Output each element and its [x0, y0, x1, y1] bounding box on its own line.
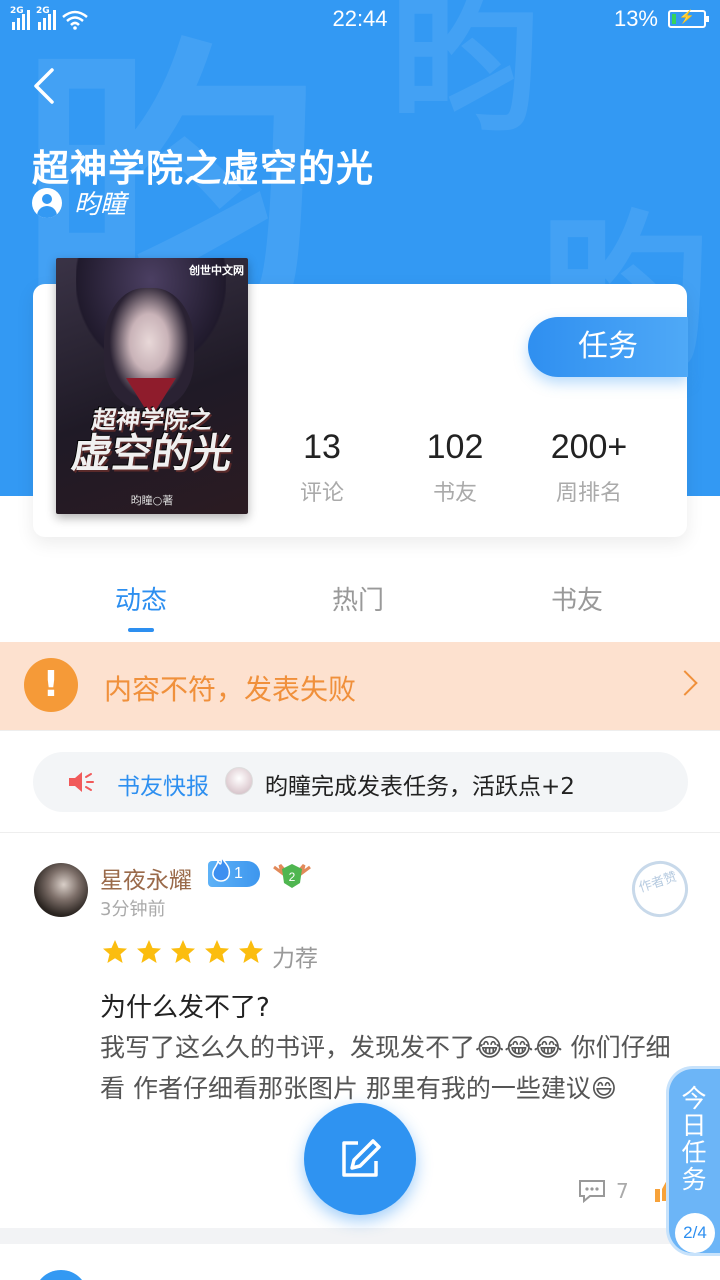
back-arrow-icon[interactable]	[28, 66, 68, 106]
alert-message: 内容不符，发表失败	[104, 673, 357, 706]
author-link[interactable]: 昀瞳	[32, 184, 126, 221]
news-label: 书友快报	[117, 774, 209, 800]
battery-percent: 13%	[613, 6, 658, 31]
flame-icon	[212, 855, 231, 882]
comment-title: 为什么发不了?	[100, 993, 270, 1023]
cover-title: 超神学院之 虚空的光	[68, 406, 236, 478]
reply-count: 7	[616, 1179, 629, 1203]
daily-task-label: 今日任务	[681, 1084, 707, 1194]
daily-task-button[interactable]: 今日任务 2/4	[666, 1066, 720, 1256]
battery-icon: ⚡	[668, 9, 709, 28]
divider	[0, 730, 720, 731]
star-icon	[239, 940, 263, 963]
stat-comments[interactable]: 13 评论	[257, 428, 387, 507]
star-icon	[103, 940, 127, 963]
rating-label: 力荐	[272, 946, 318, 972]
user-icon	[32, 187, 62, 218]
chevron-right-icon	[672, 670, 698, 696]
author-liked-stamp: 作者赞	[624, 853, 696, 925]
status-bar: 2G 2G 22:44 13% ⚡	[0, 0, 720, 40]
edit-icon	[342, 1139, 381, 1177]
write-review-button[interactable]	[304, 1103, 416, 1215]
tab-bar: 动态 热门 书友	[0, 580, 720, 642]
tab-readers[interactable]: 书友	[477, 580, 677, 617]
comment-body: 我写了这么久的书评，发现发不了😂😂😂 你们仔细看 作者仔细看那张图片 那里有我的…	[100, 1033, 671, 1103]
reader-news-ticker[interactable]: 书友快报 昀瞳完成发表任务，活跃点+2	[33, 752, 688, 812]
news-text: 昀瞳完成发表任务，活跃点+2	[265, 774, 575, 800]
author-name: 昀瞳	[74, 190, 127, 220]
avatar[interactable]	[34, 863, 88, 917]
tab-feed[interactable]: 动态	[41, 580, 241, 617]
svg-text:2: 2	[289, 870, 296, 884]
clock: 22:44	[332, 6, 388, 31]
comment-actions: 7	[578, 1178, 679, 1204]
comment-icon[interactable]	[578, 1179, 606, 1203]
cover-author: 昀瞳○著	[130, 494, 174, 507]
daily-task-progress: 2/4	[675, 1213, 715, 1253]
task-button[interactable]: 任务	[528, 317, 688, 377]
warning-icon: !	[24, 658, 78, 712]
stat-weekly-rank[interactable]: 200+ 周排名	[524, 428, 654, 507]
tab-hot[interactable]: 热门	[258, 580, 458, 617]
cover-publisher-logo: 创世中文网	[189, 264, 244, 277]
section-separator	[0, 1228, 720, 1244]
star-icon	[205, 940, 229, 963]
user-level-badge-icon: 2	[273, 864, 311, 888]
star-icon	[137, 940, 161, 963]
error-alert-banner[interactable]: ! 内容不符，发表失败	[0, 642, 720, 730]
speaker-icon	[69, 772, 94, 792]
commenter-name[interactable]: 星夜永耀	[100, 861, 192, 895]
stat-readers[interactable]: 102 书友	[390, 428, 520, 507]
avatar	[225, 767, 253, 795]
tab-indicator	[128, 628, 154, 632]
avatar[interactable]	[34, 1270, 88, 1280]
star-icon	[171, 940, 195, 963]
fans-level-badge: 1	[208, 855, 260, 887]
book-cover[interactable]: 创世中文网 超神学院之 虚空的光 昀瞳○著	[56, 258, 248, 514]
star-rating	[102, 939, 264, 965]
comment-time: 3分钟前	[100, 899, 166, 920]
